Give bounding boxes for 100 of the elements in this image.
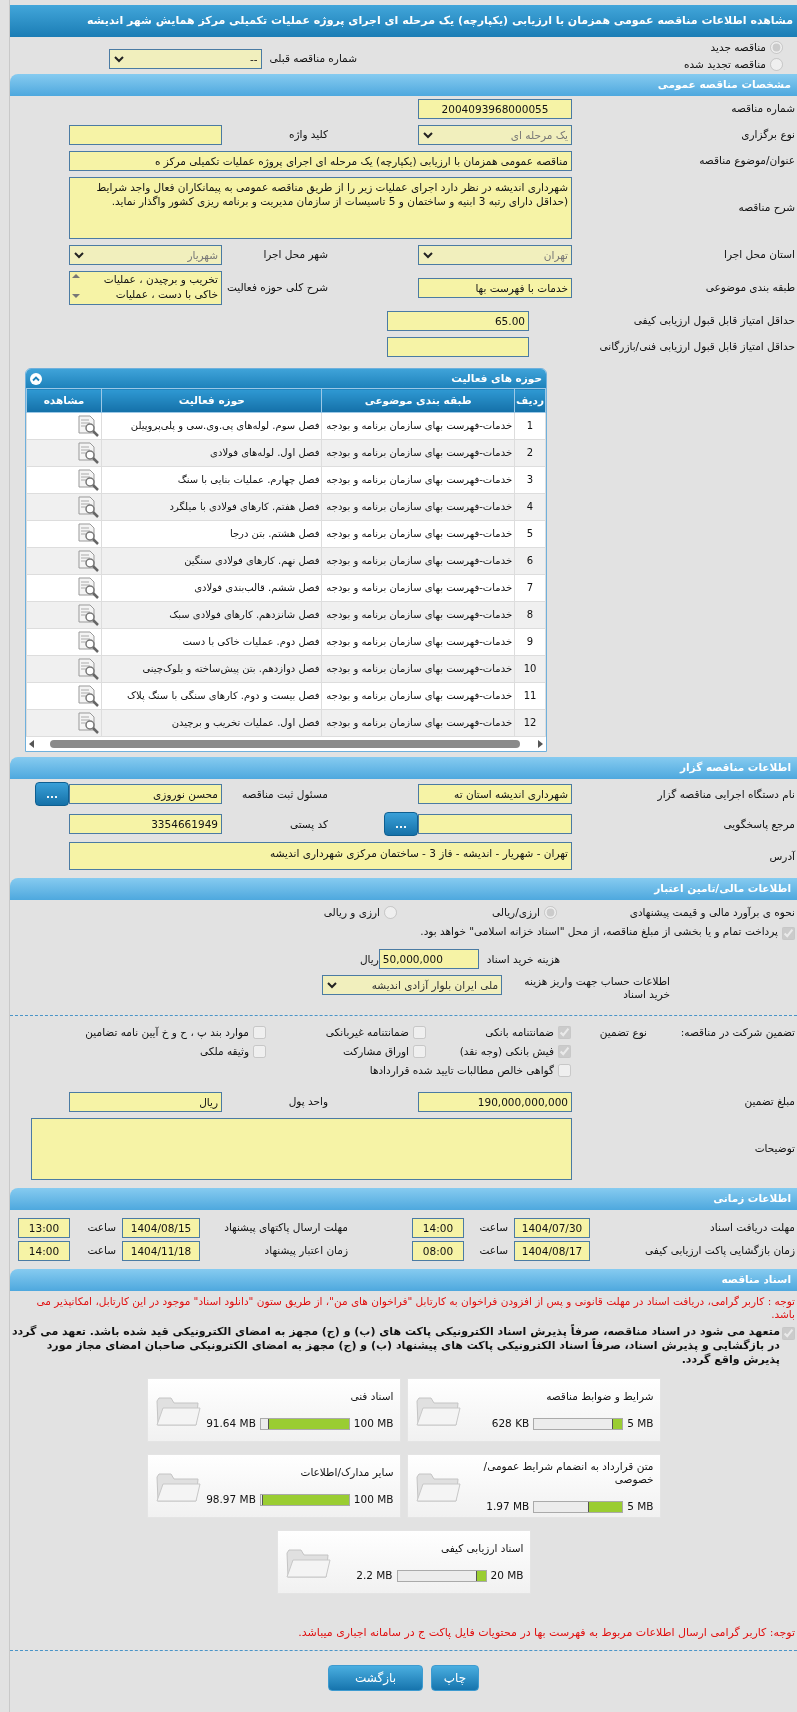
file-size: 91.64 MB — [206, 1417, 256, 1431]
table-cell: فصل دوازدهم. بتن پیش‌ساخته و بلوک‌چینی — [101, 655, 322, 683]
table-cell: خدمات-فهرست بهای سازمان برنامه و بودجه — [321, 628, 515, 656]
table-cell: فصل اول. عملیات تخریب و برچیدن — [101, 709, 322, 737]
field-label: اطلاعات حساب جهت واریز هزینه خرید اسناد — [523, 975, 670, 1002]
field-label: شرح کلی حوزه فعالیت — [225, 281, 329, 295]
section-header: اطلاعات زمانی — [10, 1187, 797, 1210]
text-area[interactable]: تهران - شهریار - اندیشه - فاز 3 - ساختمان مرکزی شهرداری اندیشه — [69, 842, 572, 871]
dropdown[interactable]: ملی ایران بلوار آزادی اندیشه — [322, 975, 502, 996]
date-field[interactable]: 1404/07/30 — [514, 1217, 590, 1238]
text-field[interactable]: 65.00 — [387, 311, 529, 331]
text-field[interactable] — [69, 125, 222, 145]
table-cell: 4 — [514, 493, 546, 521]
document-search-icon[interactable] — [77, 469, 99, 492]
field-label: توضیحات — [753, 1142, 796, 1156]
dropdown[interactable]: -- — [108, 49, 262, 69]
table-cell: 10 — [514, 655, 546, 683]
time-field[interactable]: 14:00 — [18, 1240, 70, 1261]
field-label: آدرس — [768, 849, 796, 863]
option-label: موارد بند پ ، ح و خ آیین نامه تضامین — [85, 1025, 249, 1039]
file-name: سایر مدارک/اطلاعات — [299, 1466, 394, 1480]
document-search-icon[interactable] — [77, 658, 99, 681]
column-header[interactable]: حوزه فعالیت — [101, 388, 322, 413]
section-header: مشخصات مناقصه عمومی — [10, 74, 797, 96]
section-header: اطلاعات مناقصه گزار — [10, 757, 797, 780]
browse-button[interactable]: ... — [384, 812, 418, 837]
print-button[interactable]: چاپ — [431, 1665, 479, 1692]
column-header[interactable]: طبقه بندی موضوعی — [321, 388, 515, 413]
text-field[interactable]: خدمات با فهرست بها — [418, 278, 572, 298]
text-field[interactable] — [418, 814, 572, 835]
table-cell: 8 — [514, 601, 546, 629]
option-label: اوراق مشارکت — [342, 1044, 409, 1058]
table-cell: خدمات-فهرست بهای سازمان برنامه و بودجه — [321, 439, 515, 467]
field-label: شهر محل اجرا — [262, 248, 329, 262]
document-search-icon[interactable] — [77, 496, 99, 519]
document-search-icon[interactable] — [77, 442, 99, 465]
table-cell: خدمات-فهرست بهای سازمان برنامه و بودجه — [321, 493, 515, 521]
file-size: 2.2 MB — [356, 1569, 393, 1583]
file-size: 1.97 MB — [486, 1499, 530, 1514]
dropdown[interactable]: شهریار — [69, 245, 222, 265]
document-search-icon[interactable] — [77, 604, 99, 627]
column-header[interactable]: ردیف — [514, 388, 546, 413]
table-cell: خدمات-فهرست بهای سازمان برنامه و بودجه — [321, 574, 515, 602]
time-field[interactable]: 08:00 — [412, 1240, 464, 1261]
table-cell: فصل شانزدهم. کارهای فولادی سبک — [101, 601, 322, 629]
collapse-icon[interactable] — [30, 372, 42, 385]
text-field[interactable] — [387, 337, 529, 357]
field-label: مهلت دریافت اسناد — [709, 1221, 796, 1235]
chevron-down-icon — [73, 250, 85, 260]
time-field[interactable]: 14:00 — [412, 1217, 464, 1238]
field-label: حداقل امتیاز قابل قبول ارزیابی فنی/بازرگانی — [598, 340, 796, 354]
option-label: پرداخت تمام و یا بخشی از مبلغ مناقصه، از محل "اسناد خزانه اسلامی" خواهد بود. — [420, 925, 778, 939]
text-field[interactable]: محسن نوروزی — [69, 784, 222, 805]
option-label: ارزی و ریالی — [323, 906, 380, 920]
table-cell: فصل چهارم. عملیات بنایی با سنگ — [101, 466, 322, 494]
table-cell: 6 — [514, 547, 546, 575]
size-limit: 5 MB — [627, 1499, 654, 1514]
field-label: ساعت — [86, 1221, 117, 1235]
date-field[interactable]: 1404/11/18 — [122, 1240, 200, 1261]
text-area[interactable] — [31, 1117, 572, 1180]
field-label: استان محل اجرا — [723, 248, 796, 262]
field-label: نام دستگاه اجرایی مناقصه گزار — [656, 787, 796, 801]
file-size: 628 KB — [491, 1417, 530, 1431]
field-label: حداقل امتیاز قابل قبول ارزیابی کیفی — [632, 314, 796, 328]
document-search-icon[interactable] — [77, 685, 99, 708]
text-field[interactable]: شهرداری اندیشه استان ته — [418, 784, 572, 805]
table-cell: فصل اول. لوله‌های فولادی — [101, 439, 322, 467]
text-field[interactable]: 190,000,000,000 — [418, 1091, 572, 1112]
date-field[interactable]: 1404/08/17 — [514, 1240, 590, 1261]
list-box[interactable]: تخریب و برچیدن ، عملیات خاکی با دست ، عملیات — [69, 271, 222, 305]
option-label: ضمانتنامه بانکی — [485, 1025, 554, 1039]
browse-button[interactable]: ... — [35, 782, 69, 807]
back-button[interactable]: بازگشت — [328, 1665, 423, 1692]
field-label: شرح مناقصه — [737, 201, 796, 215]
table-cell: فصل سوم. لوله‌های پی.وی.سی و پلی‌پروپیلن — [101, 412, 322, 440]
text-field[interactable]: 50,000,000 — [378, 949, 479, 970]
document-search-icon[interactable] — [77, 631, 99, 654]
text-area[interactable]: شهرداری اندیشه در نظر دارد اجرای عملیات زیر را از طریق مناقصه عمومی به پیمانکاران فعال واجد شرایط (حداقل دارای رتبه 3 ابنیه و ساختمان و 5 تاسیسات از سازمان مدیریت و برنامه ریزی کشور واگذار نماید. — [69, 177, 572, 239]
time-field[interactable]: 13:00 — [18, 1217, 70, 1238]
field-label: ساعت — [478, 1244, 509, 1258]
option-label: ارزی/ریالی — [492, 906, 540, 920]
text-field[interactable]: 3354661949 — [69, 814, 222, 835]
document-search-icon[interactable] — [77, 577, 99, 600]
field-label: مسئول ثبت مناقصه — [240, 787, 329, 801]
text-field[interactable]: 2004093968000055 — [418, 99, 572, 119]
text-field[interactable]: ریال — [69, 1091, 222, 1112]
column-header[interactable]: مشاهده — [26, 388, 102, 413]
document-search-icon[interactable] — [77, 415, 99, 438]
page-title: مشاهده اطلاعات مناقصه عمومی همزمان با ارزیابی (یکپارچه) یک مرحله ای اجرای پروژه عملیات تکمیلی مرکز همایش شهر اندیشه — [10, 5, 797, 37]
document-search-icon[interactable] — [77, 712, 99, 735]
document-search-icon[interactable] — [77, 523, 99, 546]
table-cell: 11 — [514, 682, 546, 710]
scroll-arrows-icon[interactable] — [70, 272, 82, 300]
document-search-icon[interactable] — [77, 550, 99, 573]
dropdown[interactable]: یک مرحله ای — [418, 125, 572, 145]
dropdown[interactable]: تهران — [418, 245, 572, 265]
text-field[interactable]: مناقصه عمومی همزمان با ارزیابی (یکپارچه) یک مرحله ای اجرای پروژه عملیات تکمیلی مرکز ه — [69, 151, 572, 171]
table-cell: فصل هفتم. کارهای فولادی با میلگرد — [101, 493, 322, 521]
size-limit: 100 MB — [353, 1417, 394, 1431]
date-field[interactable]: 1404/08/15 — [122, 1217, 200, 1238]
